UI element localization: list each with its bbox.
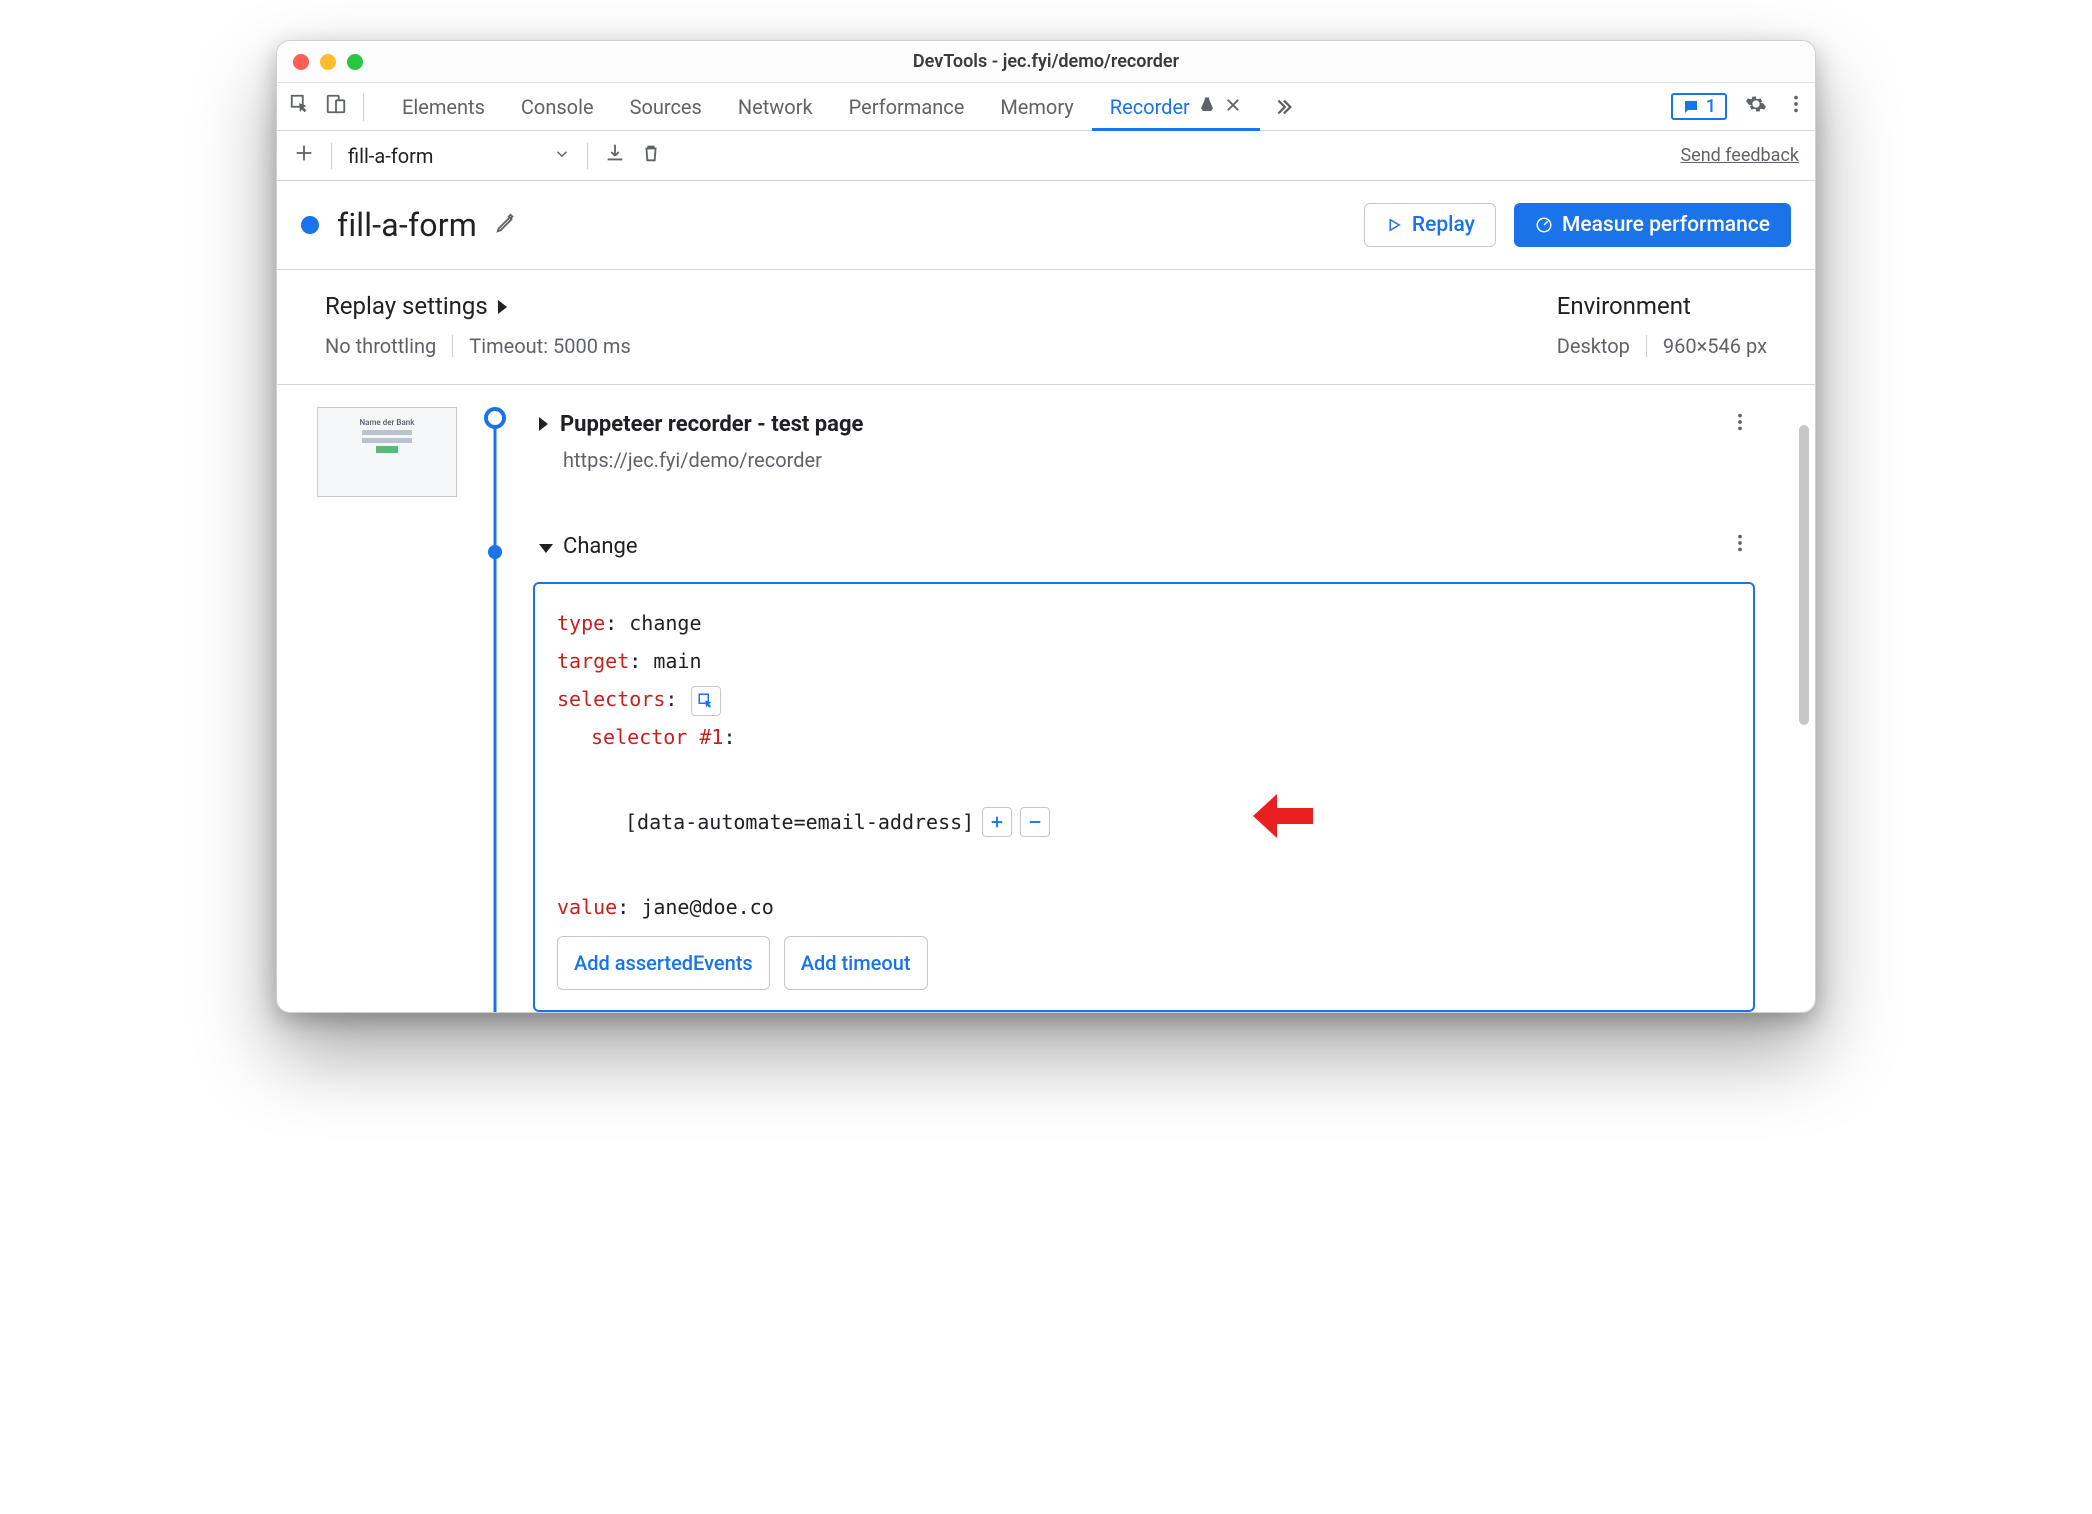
pick-selector-button[interactable] <box>691 686 721 716</box>
devtools-window: DevTools - jec.fyi/demo/recorder Element… <box>276 40 1816 1013</box>
add-asserted-events-button[interactable]: Add assertedEvents <box>557 936 770 990</box>
timeline-start-marker <box>484 407 506 429</box>
close-window-button[interactable] <box>293 54 309 70</box>
page-thumbnail: Name der Bank <box>317 407 457 1012</box>
chevron-right-icon <box>498 292 507 320</box>
replay-button-label: Replay <box>1412 213 1475 237</box>
env-size: 960×546 px <box>1663 334 1767 358</box>
window-title: DevTools - jec.fyi/demo/recorder <box>291 51 1801 72</box>
recording-select[interactable]: fill-a-form <box>348 144 571 168</box>
step-value[interactable]: jane@doe.co <box>641 895 773 919</box>
tab-memory[interactable]: Memory <box>982 83 1091 130</box>
step-type-value[interactable]: change <box>629 611 701 635</box>
settings-icon[interactable] <box>1745 93 1767 120</box>
window-controls <box>293 54 363 70</box>
maximize-window-button[interactable] <box>347 54 363 70</box>
expand-icon[interactable] <box>539 413 548 436</box>
issues-badge[interactable]: 1 <box>1671 93 1727 120</box>
tab-elements[interactable]: Elements <box>384 83 503 130</box>
new-recording-icon[interactable] <box>293 142 315 169</box>
environment-heading: Environment <box>1557 292 1767 320</box>
add-timeout-button[interactable]: Add timeout <box>784 936 928 990</box>
replay-settings-toggle[interactable]: Replay settings <box>325 292 631 320</box>
recording-select-value: fill-a-form <box>348 144 433 168</box>
titlebar: DevTools - jec.fyi/demo/recorder <box>277 41 1815 83</box>
device-toolbar-icon[interactable] <box>325 93 347 120</box>
more-tabs[interactable] <box>1260 83 1306 130</box>
replay-button[interactable]: Replay <box>1364 203 1496 247</box>
add-selector-button[interactable] <box>982 807 1012 837</box>
recorder-toolbar: fill-a-form Send feedback <box>277 131 1815 181</box>
scrollbar[interactable] <box>1799 425 1809 845</box>
recording-active-dot <box>301 216 319 234</box>
steps-area: Name der Bank Puppeteer recorder - test … <box>277 385 1815 1012</box>
issues-count: 1 <box>1706 96 1716 117</box>
tab-recorder[interactable]: Recorder <box>1092 83 1260 130</box>
throttling-value: No throttling <box>325 334 436 358</box>
step-detail-card: type: change target: main selectors: sel… <box>533 582 1755 1012</box>
edit-title-icon[interactable] <box>495 212 517 239</box>
timeline <box>479 407 511 1012</box>
inspect-icon[interactable] <box>289 93 311 120</box>
step-change-label: Change <box>563 534 638 559</box>
env-device: Desktop <box>1557 334 1630 358</box>
timeline-step-marker <box>488 545 502 559</box>
recording-title: fill-a-form <box>337 206 477 244</box>
step-menu-icon[interactable] <box>1725 528 1755 564</box>
scrollbar-thumb[interactable] <box>1799 425 1809 725</box>
measure-performance-button[interactable]: Measure performance <box>1514 203 1791 247</box>
minimize-window-button[interactable] <box>320 54 336 70</box>
step-target-value[interactable]: main <box>653 649 701 673</box>
measure-button-label: Measure performance <box>1562 213 1770 237</box>
chevron-down-icon <box>553 144 571 168</box>
send-feedback-link[interactable]: Send feedback <box>1680 145 1799 166</box>
step-start: Puppeteer recorder - test page https://j… <box>533 407 1755 472</box>
recording-header: fill-a-form Replay Measure performance <box>277 181 1815 270</box>
tab-network[interactable]: Network <box>720 83 831 130</box>
tab-sources[interactable]: Sources <box>612 83 720 130</box>
close-tab-icon[interactable] <box>1224 95 1242 119</box>
step-menu-icon[interactable] <box>1725 407 1755 442</box>
timeout-value: Timeout: 5000 ms <box>469 334 631 358</box>
export-icon[interactable] <box>604 142 626 169</box>
annotation-arrow-icon <box>1084 756 1313 888</box>
remove-selector-button[interactable] <box>1020 807 1050 837</box>
collapse-icon[interactable] <box>539 534 553 559</box>
more-icon[interactable] <box>1785 93 1807 120</box>
tabs-row: Elements Console Sources Network Perform… <box>277 83 1815 131</box>
settings-row: Replay settings No throttling Timeout: 5… <box>277 270 1815 385</box>
step-start-title: Puppeteer recorder - test page <box>560 412 863 437</box>
selector-1-value[interactable]: [data-automate=email-address] <box>625 803 974 841</box>
tab-console[interactable]: Console <box>503 83 612 130</box>
experiment-icon <box>1198 95 1216 119</box>
step-change: Change type: change target: main selecto… <box>533 528 1755 1012</box>
delete-icon[interactable] <box>640 142 662 169</box>
step-start-url: https://jec.fyi/demo/recorder <box>533 448 1755 472</box>
tab-performance[interactable]: Performance <box>831 83 983 130</box>
